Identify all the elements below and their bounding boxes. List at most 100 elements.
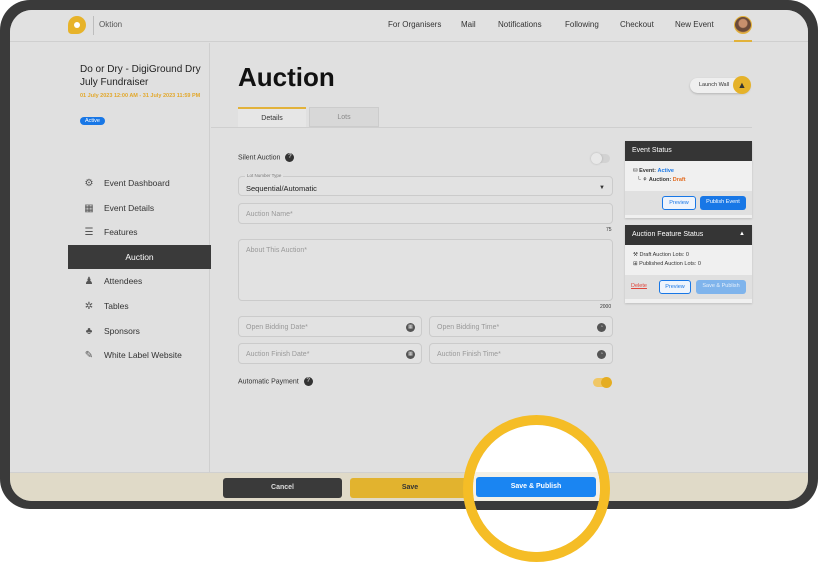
publish-event-button[interactable]: Publish Event (700, 196, 746, 210)
silent-auction-toggle[interactable] (591, 153, 610, 164)
event-status-body: ⛁ Event: Active └ ⚘ Auction: Draft (625, 161, 752, 191)
sidebar-item-label: Features (104, 227, 138, 237)
sliders-icon: ☰ (84, 226, 94, 238)
open-bidding-date-placeholder: Open Bidding Date* (246, 324, 308, 331)
dashboard-icon: ⚙ (84, 177, 94, 189)
sponsors-icon: ♣ (85, 325, 93, 337)
clock-icon[interactable]: ◔ (597, 323, 606, 332)
automatic-payment-label: Automatic Payment (238, 378, 299, 386)
auction-name-char-limit: 75 (606, 227, 612, 233)
logo-divider (93, 16, 94, 35)
silent-auction-row: Silent Auction? (238, 153, 295, 162)
event-dates: 01 July 2023 12:00 AM - 31 July 2023 11:… (80, 93, 201, 99)
sidebar-item-event-dashboard[interactable]: ⚙ Event Dashboard (68, 172, 211, 194)
sidebar-item-label: Auction (125, 252, 154, 262)
published-lots-count: Published Auction Lots: 0 (639, 261, 701, 267)
event-title: Do or Dry - DigiGround Dry July Fundrais… (80, 64, 201, 88)
sidebar-item-label: Sponsors (104, 326, 140, 336)
sidebar-item-label: Event Dashboard (104, 178, 170, 188)
brand-name: Oktion (99, 20, 123, 29)
open-bidding-date-input[interactable]: Open Bidding Date* ▦ (238, 316, 422, 337)
sidebar-item-features[interactable]: ☰ Features (68, 221, 211, 243)
feature-preview-button[interactable]: Preview (659, 280, 691, 294)
draft-lots-row: ⚒ Draft Auction Lots: 0 (633, 251, 744, 260)
clock-icon[interactable]: ◔ (597, 350, 606, 359)
event-status-title: Event Status (625, 141, 752, 161)
sidebar-item-attendees[interactable]: ♟ Attendees (68, 270, 211, 292)
event-status-card: Event Status ⛁ Event: Active └ ⚘ Auction… (625, 141, 752, 218)
auction-finish-date-placeholder: Auction Finish Date* (246, 351, 310, 358)
auction-finish-time-input[interactable]: Auction Finish Time* ◔ (429, 343, 613, 364)
auction-feature-status-title: Auction Feature Status (632, 231, 704, 238)
auction-label: Auction: (648, 177, 672, 183)
help-icon[interactable]: ? (285, 153, 295, 162)
sidebar-item-event-details[interactable]: ▦ Event Details (68, 197, 211, 219)
nav-for-organisers[interactable]: For Organisers (388, 20, 441, 29)
sidebar-item-label: Attendees (104, 276, 143, 286)
auction-feature-actions: Delete Preview Save & Publish (625, 275, 752, 299)
nav-following[interactable]: Following (565, 20, 599, 29)
status-badge: Active (80, 117, 105, 125)
save-and-publish-button[interactable]: Save & Publish (476, 477, 596, 497)
auction-name-input[interactable]: Auction Name* (238, 203, 613, 224)
event-label: Event: (639, 168, 656, 174)
spotlight-frame-segment (473, 501, 600, 510)
tree-branch-icon: └ ⚘ (637, 177, 649, 183)
auction-feature-status-card: Auction Feature Status ▲ ⚒ Draft Auction … (625, 225, 752, 303)
calendar-icon: ▦ (84, 202, 94, 214)
nav-notifications[interactable]: Notifications (498, 20, 542, 29)
nav-new-event[interactable]: New Event (675, 20, 714, 29)
tables-icon: ✲ (84, 300, 94, 312)
calendar-icon[interactable]: ▦ (406, 350, 415, 359)
auction-feature-status-header[interactable]: Auction Feature Status ▲ (625, 225, 752, 245)
automatic-payment-row: Automatic Payment? (238, 377, 313, 386)
save-button[interactable]: Save (350, 478, 470, 498)
avatar-active-indicator (734, 40, 752, 42)
open-bidding-time-placeholder: Open Bidding Time* (437, 324, 500, 331)
event-status-title-text: Event Status (632, 147, 672, 154)
event-status-row: ⛁ Event: Active (633, 167, 744, 176)
top-nav-bar: Oktion For Organisers Mail Notifications… (10, 10, 808, 42)
sidebar-item-sponsors[interactable]: ♣ Sponsors (68, 320, 211, 342)
people-icon: ♟ (84, 275, 94, 287)
cancel-button[interactable]: Cancel (223, 478, 342, 498)
sidebar-item-label: Event Details (104, 203, 155, 213)
lot-number-type-value: Sequential/Automatic (246, 184, 317, 193)
sidebar-item-auction[interactable]: Auction (68, 245, 211, 269)
event-status-value: Active (657, 168, 674, 174)
auction-status-row: └ ⚘ Auction: Draft (633, 176, 744, 185)
auction-feature-status-body: ⚒ Draft Auction Lots: 0 ⊞ Published Auct… (625, 245, 752, 275)
automatic-payment-toggle[interactable] (593, 377, 612, 388)
rocket-icon[interactable]: ▲ (733, 76, 751, 94)
feature-save-publish-button[interactable]: Save & Publish (696, 280, 746, 294)
tab-lots[interactable]: Lots (309, 107, 379, 127)
page-title: Auction (238, 62, 335, 92)
sidebar-item-white-label-website[interactable]: ✎ White Label Website (68, 344, 211, 366)
collapse-arrow-icon[interactable]: ▲ (739, 231, 745, 237)
app-screen: Oktion For Organisers Mail Notifications… (10, 10, 808, 501)
toggle-knob (591, 153, 602, 164)
sidebar-item-tables[interactable]: ✲ Tables (68, 295, 211, 317)
user-avatar[interactable] (734, 16, 752, 34)
lot-number-type-select[interactable]: Lot Number Type Sequential/Automatic ▼ (238, 173, 613, 196)
sidebar-item-label: Tables (104, 301, 129, 311)
delete-link[interactable]: Delete (629, 280, 649, 294)
bottom-action-bar: Cancel Save (10, 472, 808, 501)
tabs-divider (211, 127, 752, 128)
nav-checkout[interactable]: Checkout (620, 20, 654, 29)
sidebar-item-label: White Label Website (104, 350, 182, 360)
published-lots-row: ⊞ Published Auction Lots: 0 (633, 260, 744, 269)
auction-finish-date-input[interactable]: Auction Finish Date* ▦ (238, 343, 422, 364)
auction-name-placeholder: Auction Name* (246, 211, 293, 218)
about-auction-textarea[interactable]: About This Auction* (238, 239, 613, 301)
open-bidding-time-input[interactable]: Open Bidding Time* ◔ (429, 316, 613, 337)
help-icon[interactable]: ? (303, 377, 313, 386)
caret-down-icon: ▼ (599, 185, 605, 191)
tab-details[interactable]: Details (238, 107, 306, 127)
nav-mail[interactable]: Mail (461, 20, 476, 29)
calendar-icon[interactable]: ▦ (406, 323, 415, 332)
toggle-knob (601, 377, 612, 388)
oktion-logo-icon[interactable] (68, 16, 86, 34)
auction-finish-time-placeholder: Auction Finish Time* (437, 351, 501, 358)
preview-button[interactable]: Preview (662, 196, 696, 210)
